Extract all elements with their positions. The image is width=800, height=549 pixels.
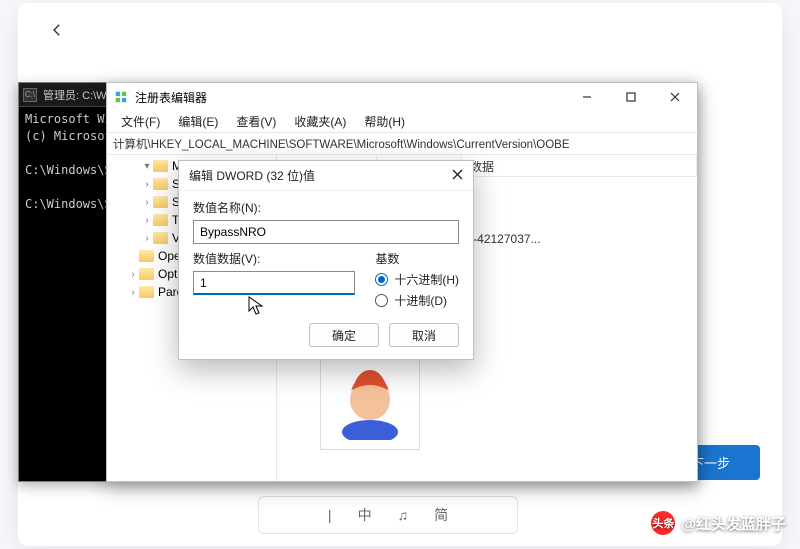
ime-item[interactable]: ♫ <box>392 507 415 523</box>
dialog-close-button[interactable] <box>452 169 463 183</box>
ime-item[interactable]: 简 <box>428 505 454 525</box>
radio-dec[interactable]: 十进制(D) <box>375 292 459 309</box>
col-data[interactable]: 数据 <box>462 155 697 176</box>
dialog-title-text: 编辑 DWORD (32 位)值 <box>189 167 315 184</box>
ime-toolbar[interactable]: | 中 ♫ 简 <box>258 496 518 534</box>
watermark-text: @红头发蓝胖子 <box>681 513 786 534</box>
back-button[interactable] <box>48 21 66 42</box>
close-button[interactable] <box>653 83 697 111</box>
menu-favorites[interactable]: 收藏夹(A) <box>286 110 354 133</box>
maximize-button[interactable] <box>609 83 653 111</box>
value-data-input[interactable] <box>193 271 355 295</box>
ime-item[interactable]: | <box>322 507 338 523</box>
regedit-title-text: 注册表编辑器 <box>135 89 207 106</box>
menu-file[interactable]: 文件(F) <box>113 110 168 133</box>
menu-view[interactable]: 查看(V) <box>228 110 284 133</box>
ime-item[interactable]: 中 <box>352 505 378 525</box>
value-data-label: 数值数据(V): <box>193 250 355 267</box>
value-name-input[interactable] <box>193 220 459 244</box>
ok-button[interactable]: 确定 <box>309 323 379 347</box>
cmd-icon: C:\ <box>23 88 37 102</box>
watermark-logo-icon: 头条 <box>651 511 675 535</box>
regedit-titlebar[interactable]: 注册表编辑器 <box>107 83 697 111</box>
minimize-button[interactable] <box>565 83 609 111</box>
regedit-menubar[interactable]: 文件(F) 编辑(E) 查看(V) 收藏夹(A) 帮助(H) <box>107 111 697 133</box>
regedit-path[interactable]: 计算机\HKEY_LOCAL_MACHINE\SOFTWARE\Microsof… <box>107 133 697 155</box>
radio-hex[interactable]: 十六进制(H) <box>375 271 459 288</box>
cancel-button[interactable]: 取消 <box>389 323 459 347</box>
edit-dword-dialog: 编辑 DWORD (32 位)值 数值名称(N): 数值数据(V): 基数 十六… <box>178 160 474 360</box>
regedit-icon <box>113 89 129 105</box>
watermark: 头条 @红头发蓝胖子 <box>651 511 786 535</box>
dialog-titlebar[interactable]: 编辑 DWORD (32 位)值 <box>179 161 473 191</box>
value-name-label: 数值名称(N): <box>193 199 459 216</box>
cmd-title-text: 管理员: C:\Wi <box>43 87 109 103</box>
menu-edit[interactable]: 编辑(E) <box>170 110 226 133</box>
base-label: 基数 <box>375 250 459 267</box>
menu-help[interactable]: 帮助(H) <box>356 110 413 133</box>
avatar-image <box>320 350 420 450</box>
